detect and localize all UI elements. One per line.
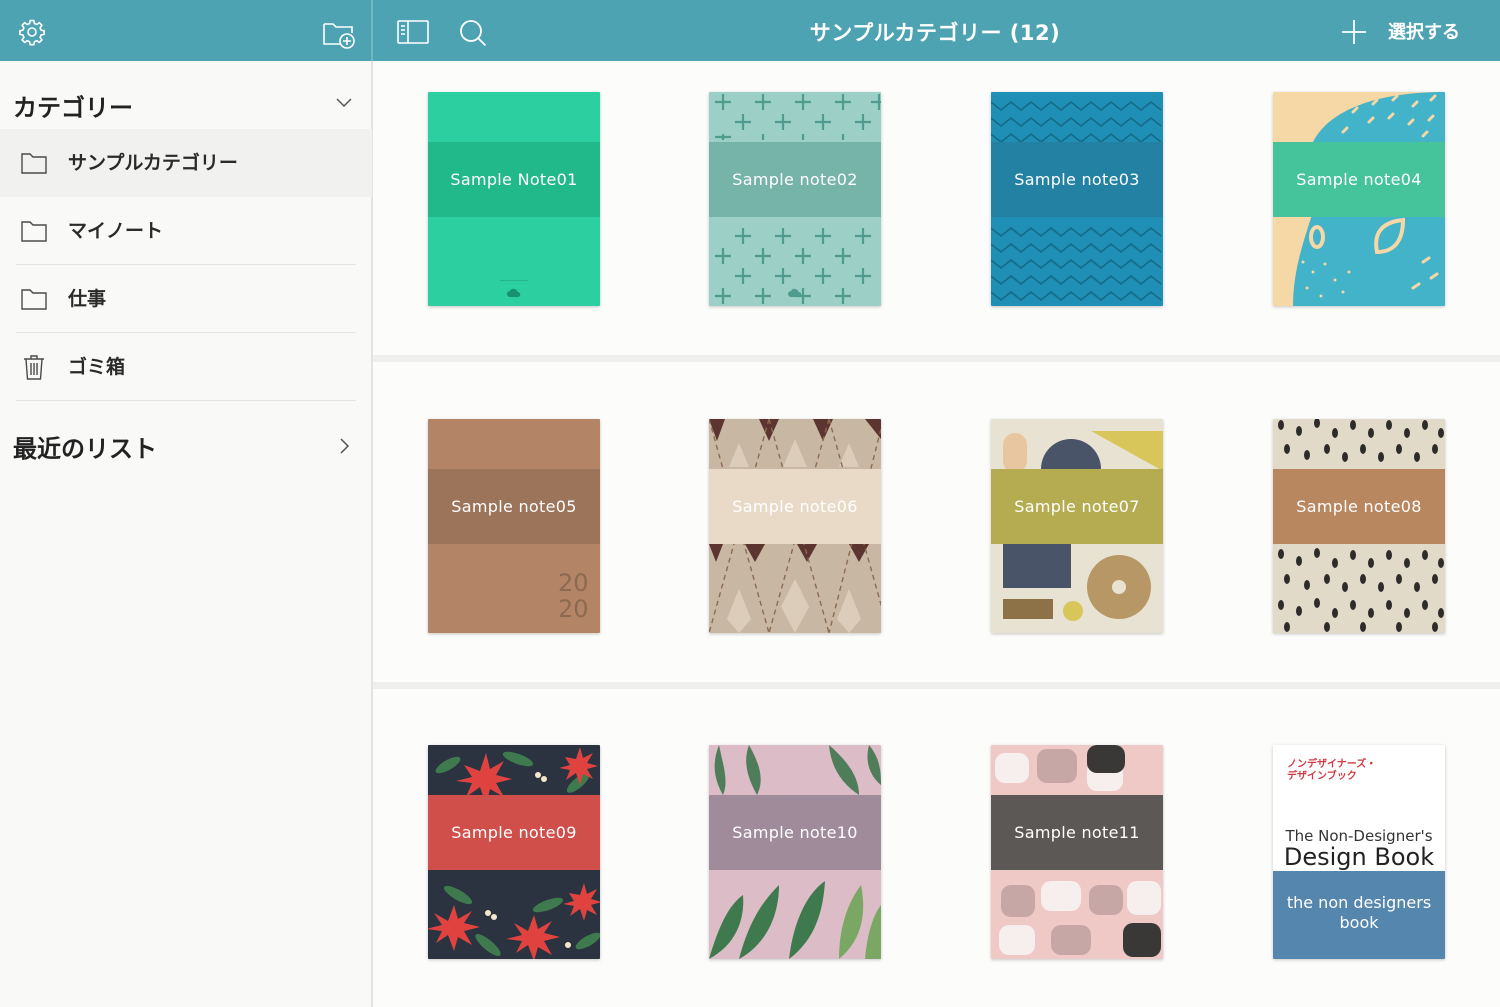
note-cover[interactable]: Sample note09 [428,745,600,959]
sidebar-toggle-button[interactable] [395,18,431,46]
note-title-band: Sample note07 [991,469,1163,544]
sidebar-item-trash[interactable]: ゴミ箱 [0,333,372,401]
note-cover[interactable]: Sample note02 [709,92,881,306]
note-title-band: Sample note06 [709,469,881,544]
sidebar-item-label: 仕事 [68,288,107,310]
note-cover-design-book[interactable]: ノンデザイナーズ・ デザインブック The Non-Designer's Des… [1273,745,1445,959]
cover-year-top: 20 [558,569,589,597]
sidebar-item-sample-category[interactable]: サンプルカテゴリー [0,129,372,197]
note-cover[interactable]: Sample note04 [1273,92,1445,306]
note-title-band: Sample Note01 [428,142,600,217]
folder-icon [21,289,47,310]
sidebar-item-my-notes[interactable]: マイノート [0,197,372,265]
search-button[interactable] [457,17,489,49]
note-title-band: Sample note11 [991,795,1163,870]
recent-list-header[interactable]: 最近のリスト [13,426,358,466]
top-bar: サンプルカテゴリー (12) 選択する [0,0,1500,61]
folder-icon [21,221,47,242]
sidebar-item-label: ゴミ箱 [68,356,126,378]
search-icon [460,20,487,47]
shelf-divider [373,355,1500,362]
sidebar-item-label: マイノート [68,220,164,242]
note-title-band: Sample note09 [428,795,600,870]
sidebar-icon [397,20,429,44]
note-cover[interactable]: Sample note07 [991,419,1163,633]
settings-button[interactable] [17,17,47,47]
cloud-icon [788,288,802,297]
category-heading: カテゴリー [13,93,133,122]
note-title-band: Sample note02 [709,142,881,217]
note-cover[interactable]: Sample Note01 [428,92,600,306]
note-cover[interactable]: Sample note03 [991,92,1163,306]
cover-year-bottom: 20 [558,595,589,623]
select-button[interactable]: 選択する [1388,0,1460,66]
note-title-band: Sample note05 [428,469,600,544]
sidebar-separator [16,400,356,401]
add-note-button[interactable] [1340,18,1368,46]
note-title-band: Sample note08 [1273,469,1445,544]
book-band-text: the non designers book [1286,893,1432,932]
note-title-band: Sample note10 [709,795,881,870]
book-jp-title: ノンデザイナーズ・ デザインブック [1287,759,1376,783]
book-jp-title-line2: デザインブック [1287,771,1357,782]
note-cover[interactable]: Sample note05 20 20 [428,419,600,633]
recent-heading: 最近のリスト [13,434,157,463]
new-folder-button[interactable] [322,17,356,51]
note-title-band: Sample note04 [1273,142,1445,217]
folder-icon [21,153,47,174]
header-divider [371,0,373,61]
cloud-icon [507,288,521,297]
folder-add-icon [323,23,355,49]
book-jp-title-line1: ノンデザイナーズ・ [1287,759,1377,770]
category-section-header[interactable]: カテゴリー [13,85,358,125]
gear-icon [19,19,45,46]
note-cover[interactable]: Sample note11 [991,745,1163,959]
note-title-band: Sample note03 [991,142,1163,217]
cover-line [500,280,528,281]
page-title: サンプルカテゴリー (12) [809,21,1061,45]
note-cover[interactable]: Sample note06 [709,419,881,633]
trash-icon [24,355,44,380]
book-title: Design Book [1283,843,1435,871]
sidebar-item-work[interactable]: 仕事 [0,265,372,333]
chevron-down-icon [336,98,352,108]
shelf-divider [373,682,1500,689]
note-cover[interactable]: Sample note10 [709,745,881,959]
note-cover[interactable]: Sample note08 [1273,419,1445,633]
plus-icon [1342,20,1366,44]
sidebar-item-label: サンプルカテゴリー [68,152,238,174]
chevron-right-icon [340,438,350,454]
